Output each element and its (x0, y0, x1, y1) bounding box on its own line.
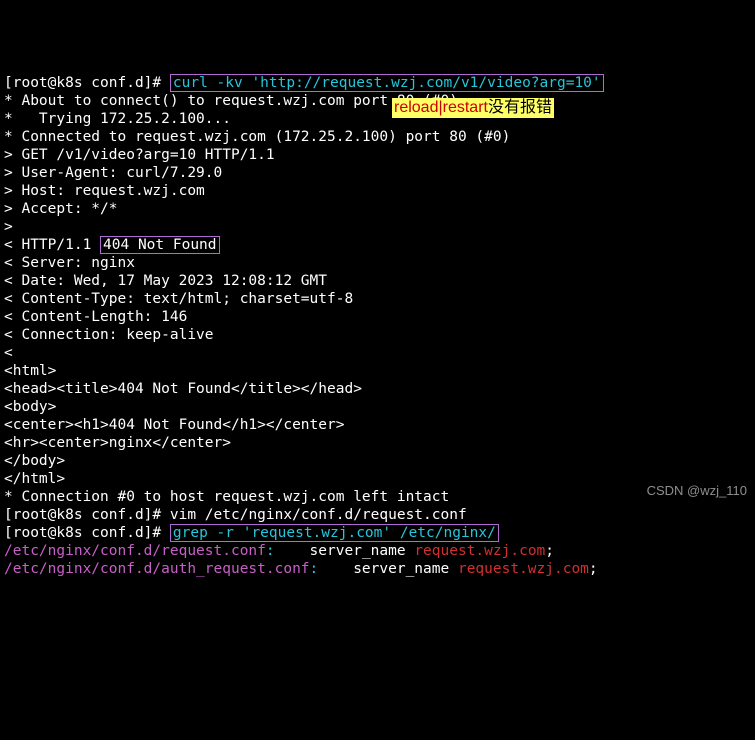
output-line: <hr><center>nginx</center> (4, 435, 231, 451)
output-line: * Connection #0 to host request.wzj.com … (4, 489, 449, 505)
output-line: > (4, 219, 21, 235)
output-line: < Server: nginx (4, 255, 135, 271)
output-line: <body> (4, 399, 56, 415)
output-line: <center><h1>404 Not Found</h1></center> (4, 417, 344, 433)
grep-text: server_name (275, 543, 415, 559)
grep-path: /etc/nginx/conf.d/auth_request.conf (4, 561, 310, 577)
output-line: < Connection: keep-alive (4, 327, 214, 343)
curl-command: curl -kv 'http://request.wzj.com/v1/vide… (173, 75, 601, 91)
output-line: < HTTP/1.1 (4, 237, 100, 253)
grep-text: server_name (318, 561, 458, 577)
annotation-black: 没有报错 (488, 99, 552, 116)
grep-semi: ; (545, 543, 554, 559)
output-line: < Content-Length: 146 (4, 309, 187, 325)
shell-prompt: [root@k8s conf.d]# (4, 525, 170, 541)
vim-command: vim /etc/nginx/conf.d/request.conf (170, 507, 467, 523)
terminal-output: [root@k8s conf.d]# curl -kv 'http://requ… (4, 74, 751, 578)
output-line: * About to connect() to request.wzj.com … (4, 93, 458, 109)
annotation-label: reload|restart没有报错 (392, 98, 554, 118)
grep-match: request.wzj.com (414, 543, 545, 559)
grep-colon: : (310, 561, 319, 577)
curl-command-box: curl -kv 'http://request.wzj.com/v1/vide… (170, 74, 604, 92)
http-status: 404 Not Found (103, 237, 217, 253)
output-line: * Connected to request.wzj.com (172.25.2… (4, 129, 510, 145)
output-line: < (4, 345, 21, 361)
output-line: > Host: request.wzj.com (4, 183, 205, 199)
output-line: > GET /v1/video?arg=10 HTTP/1.1 (4, 147, 275, 163)
grep-semi: ; (589, 561, 598, 577)
output-line: > Accept: */* (4, 201, 118, 217)
shell-prompt: [root@k8s conf.d]# (4, 507, 170, 523)
grep-command-box: grep -r 'request.wzj.com' /etc/nginx/ (170, 524, 499, 542)
grep-match: request.wzj.com (458, 561, 589, 577)
grep-command: grep -r 'request.wzj.com' /etc/nginx/ (173, 525, 496, 541)
output-line: < Content-Type: text/html; charset=utf-8 (4, 291, 353, 307)
output-line: * Trying 172.25.2.100... (4, 111, 231, 127)
output-line: </html> (4, 471, 65, 487)
output-line: </body> (4, 453, 65, 469)
output-line: <html> (4, 363, 56, 379)
grep-path: /etc/nginx/conf.d/request.conf (4, 543, 266, 559)
output-line: < Date: Wed, 17 May 2023 12:08:12 GMT (4, 273, 327, 289)
output-line: <head><title>404 Not Found</title></head… (4, 381, 362, 397)
grep-colon: : (266, 543, 275, 559)
output-line: > User-Agent: curl/7.29.0 (4, 165, 222, 181)
annotation-red: reload|restart (394, 99, 488, 116)
status-box: 404 Not Found (100, 236, 220, 254)
shell-prompt: [root@k8s conf.d]# (4, 75, 170, 91)
watermark: CSDN @wzj_110 (647, 482, 747, 500)
